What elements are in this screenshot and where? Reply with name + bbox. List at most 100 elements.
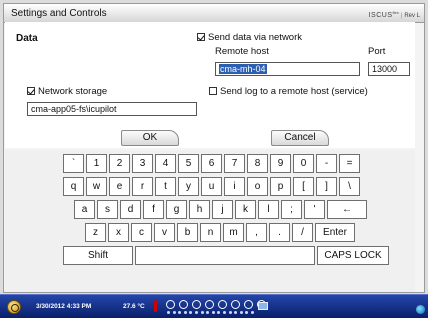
key-4-7[interactable]: m xyxy=(223,223,244,242)
key-3-9[interactable]: l xyxy=(258,200,279,219)
data-settings-panel: Data Send data via network Remote host P… xyxy=(5,22,415,148)
ok-button[interactable]: OK xyxy=(121,130,179,146)
status-indicator-dot xyxy=(239,311,243,314)
status-indicator-dot xyxy=(251,311,254,314)
status-indicator-circle xyxy=(218,300,227,309)
backspace-key[interactable]: ← xyxy=(327,200,367,219)
status-temperature: 27.6 °C xyxy=(123,303,145,310)
key-4-1[interactable]: z xyxy=(85,223,106,242)
on-screen-keyboard: ` 1 2 3 4 5 6 7 8 9 0- = q w e r t y u i o p[] \ a s d f g h j k l; ' ← z x… xyxy=(5,150,415,292)
key-2-4[interactable]: r xyxy=(132,177,153,196)
port-label: Port xyxy=(368,46,386,57)
brand-revision: Rev L xyxy=(404,13,420,19)
status-indicator-dot xyxy=(195,311,198,314)
status-indicator-dot xyxy=(200,311,204,314)
thermometer-icon xyxy=(154,300,157,312)
key-3-1[interactable]: a xyxy=(74,200,95,219)
status-indicator-dot xyxy=(167,311,170,314)
status-indicator-dot xyxy=(178,311,182,314)
remote-host-input[interactable]: cma-mh-04 xyxy=(215,62,360,76)
key-4-2[interactable]: x xyxy=(108,223,129,242)
send-log-checkbox[interactable] xyxy=(209,87,217,95)
key-2-8[interactable]: i xyxy=(224,177,245,196)
key-2-6[interactable]: y xyxy=(178,177,199,196)
status-indicator-circle xyxy=(179,300,188,309)
status-indicator-dot xyxy=(189,311,193,314)
key-4-6[interactable]: n xyxy=(200,223,221,242)
send-data-checkbox[interactable] xyxy=(197,33,205,41)
status-indicator-circle xyxy=(205,300,214,309)
network-storage-label: Network storage xyxy=(38,86,108,97)
remote-host-value: cma-mh-04 xyxy=(219,64,267,74)
key-1-8[interactable]: 7 xyxy=(224,154,245,173)
key-1-3[interactable]: 2 xyxy=(109,154,130,173)
status-indicator-dot xyxy=(183,311,187,314)
brand-name: ISCUS xyxy=(368,12,393,19)
key-1-5[interactable]: 4 xyxy=(155,154,176,173)
space-key[interactable] xyxy=(135,246,315,265)
key-2-7[interactable]: u xyxy=(201,177,222,196)
network-storage-path-input[interactable]: cma-app05-fs\icupilot xyxy=(27,102,197,116)
key-2-12[interactable]: ] xyxy=(316,177,337,196)
key-1-11[interactable]: 0 xyxy=(293,154,314,173)
key-1-7[interactable]: 6 xyxy=(201,154,222,173)
key-4-5[interactable]: b xyxy=(177,223,198,242)
brand-sup: flex xyxy=(392,10,399,15)
cancel-button[interactable]: Cancel xyxy=(271,130,329,146)
key-4-4[interactable]: v xyxy=(154,223,175,242)
key-4-8[interactable]: , xyxy=(246,223,267,242)
key-2-3[interactable]: e xyxy=(109,177,130,196)
port-value: 13000 xyxy=(372,64,398,74)
key-1-9[interactable]: 8 xyxy=(247,154,268,173)
key-3-4[interactable]: f xyxy=(143,200,164,219)
key-2-9[interactable]: o xyxy=(247,177,268,196)
key-4-10[interactable]: / xyxy=(292,223,313,242)
status-indicator-dot xyxy=(206,311,210,314)
key-3-7[interactable]: j xyxy=(212,200,233,219)
status-indicator-dot xyxy=(211,311,215,314)
key-1-1[interactable]: ` xyxy=(63,154,84,173)
status-indicator-dot xyxy=(217,311,221,314)
caps-lock-key[interactable]: CAPS LOCK xyxy=(317,246,389,265)
key-3-11[interactable]: ' xyxy=(304,200,325,219)
section-label-data: Data xyxy=(16,33,38,44)
key-4-3[interactable]: c xyxy=(131,223,152,242)
key-2-11[interactable]: [ xyxy=(293,177,314,196)
key-3-6[interactable]: h xyxy=(189,200,210,219)
key-3-2[interactable]: s xyxy=(97,200,118,219)
key-2-2[interactable]: w xyxy=(86,177,107,196)
key-2-1[interactable]: q xyxy=(63,177,84,196)
key-2-10[interactable]: p xyxy=(270,177,291,196)
key-3-5[interactable]: g xyxy=(166,200,187,219)
power-icon[interactable] xyxy=(7,300,21,314)
status-indicator-dot xyxy=(228,311,232,314)
brand-logo: ISCUSflex| Rev L xyxy=(368,10,420,19)
key-1-4[interactable]: 3 xyxy=(132,154,153,173)
send-log-checkbox-row[interactable]: Send log to a remote host (service) xyxy=(209,86,368,97)
key-3-3[interactable]: d xyxy=(120,200,141,219)
network-storage-checkbox[interactable] xyxy=(27,87,35,95)
network-storage-checkbox-row[interactable]: Network storage xyxy=(27,86,107,97)
send-data-checkbox-row[interactable]: Send data via network xyxy=(197,32,302,43)
status-indicator-dot xyxy=(223,311,226,314)
port-input[interactable]: 13000 xyxy=(368,62,410,76)
title-bar: Settings and Controls ISCUSflex| Rev L xyxy=(4,4,424,23)
shift-key[interactable]: Shift xyxy=(63,246,133,265)
key-1-13[interactable]: = xyxy=(339,154,360,173)
key-1-12[interactable]: - xyxy=(316,154,337,173)
key-4-9[interactable]: . xyxy=(269,223,290,242)
key-2-13[interactable]: \ xyxy=(339,177,360,196)
status-indicator-circle xyxy=(244,300,253,309)
status-indicator-circle xyxy=(166,300,175,309)
key-3-10[interactable]: ; xyxy=(281,200,302,219)
status-datetime: 3/30/2012 4:33 PM xyxy=(36,303,92,310)
key-1-6[interactable]: 5 xyxy=(178,154,199,173)
key-1-10[interactable]: 9 xyxy=(270,154,291,173)
key-3-8[interactable]: k xyxy=(235,200,256,219)
status-indicator-dot xyxy=(172,311,176,314)
key-1-2[interactable]: 1 xyxy=(86,154,107,173)
window-title: Settings and Controls xyxy=(11,8,107,19)
status-indicator-dot xyxy=(234,311,238,314)
key-2-5[interactable]: t xyxy=(155,177,176,196)
enter-key[interactable]: Enter xyxy=(315,223,355,242)
